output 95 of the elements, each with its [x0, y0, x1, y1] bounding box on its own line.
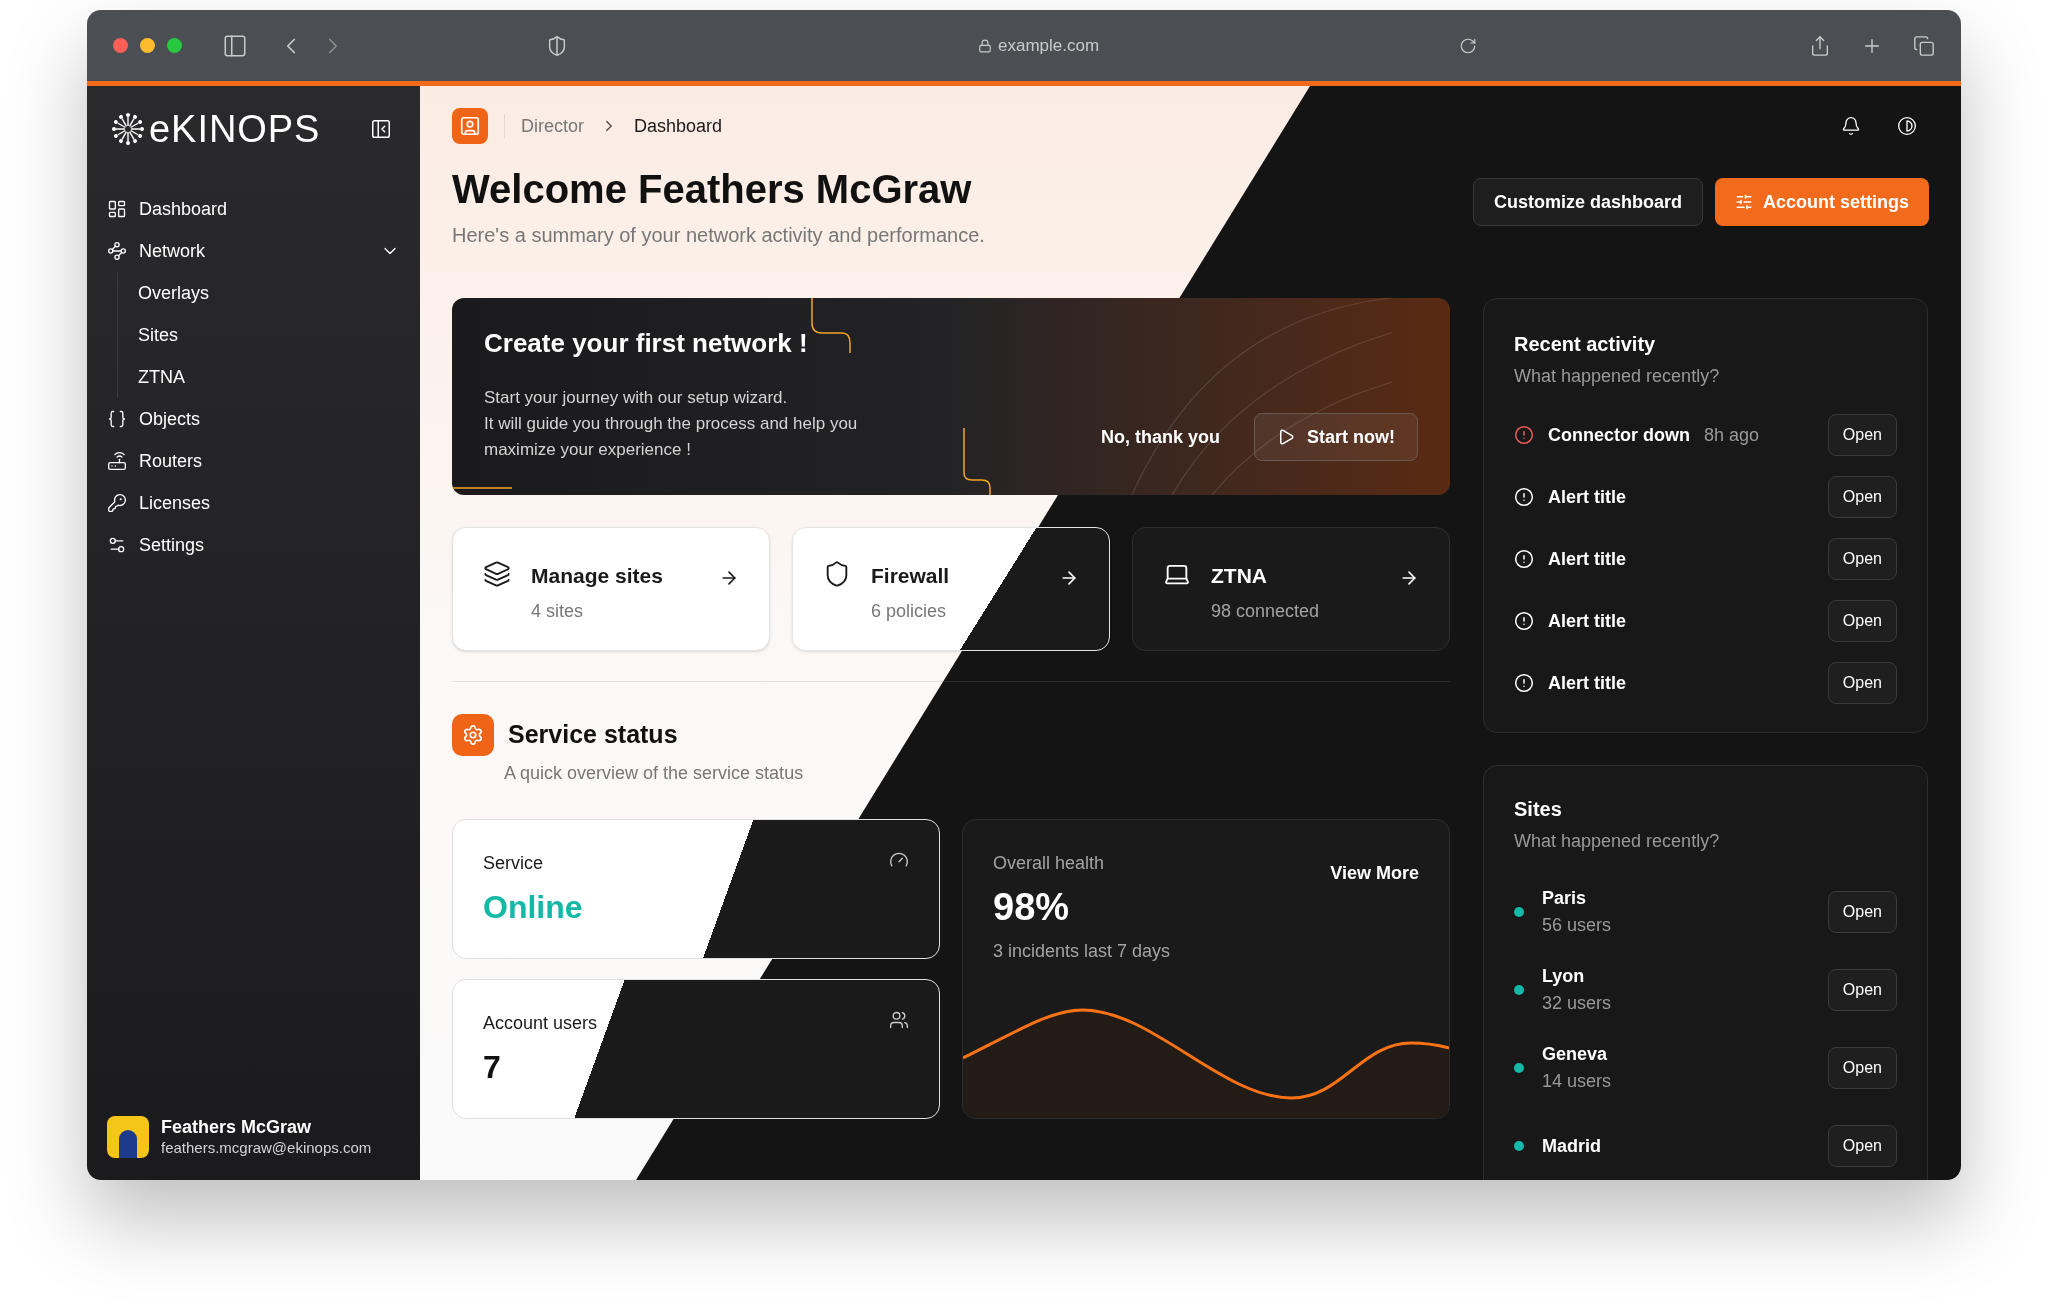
- start-now-button[interactable]: Start now!: [1254, 413, 1418, 461]
- service-status-title: Service status: [508, 719, 678, 751]
- alert-icon: [1514, 673, 1534, 693]
- avatar-image: [107, 1116, 149, 1158]
- network-icon: [107, 241, 127, 261]
- alert-icon: [1514, 425, 1534, 445]
- site-users: 14 users: [1542, 1070, 1612, 1093]
- alert-icon: [1514, 549, 1534, 569]
- user-email: feathers.mcgraw@ekinops.com: [161, 1138, 372, 1158]
- url-field[interactable]: example.com: [998, 32, 1100, 59]
- shortcut-subtitle: 6 policies: [871, 599, 948, 623]
- open-button[interactable]: Open: [1827, 891, 1897, 933]
- sidebar-subitem[interactable]: Sites: [138, 314, 400, 356]
- sidebar-item[interactable]: Dashboard: [107, 188, 400, 230]
- site-name: Lyon: [1542, 965, 1586, 988]
- open-button[interactable]: Open: [1827, 1047, 1897, 1089]
- braces-icon: [107, 409, 127, 429]
- create-network-description: Start your journey with our setup wizard. It will guide you through the process and help you maximize your experience !: [484, 387, 858, 461]
- collapse-sidebar-icon[interactable]: [370, 118, 392, 140]
- sidebar-item[interactable]: Settings: [107, 524, 400, 566]
- grid-icon: [107, 199, 127, 219]
- shortcut-title: ZTNA: [1211, 563, 1268, 589]
- site-name: Paris: [1542, 887, 1588, 910]
- activity-time: 8h ago: [1704, 423, 1760, 447]
- activity-title: Connector down: [1548, 423, 1690, 447]
- recent-activity-title: Recent activity: [1514, 332, 1657, 357]
- shortcut-card[interactable]: Manage sites 4 sites: [452, 527, 770, 651]
- service-status-subtitle: A quick overview of the service status: [504, 762, 805, 785]
- key-icon: [107, 493, 127, 513]
- activity-title: Alert title: [1548, 547, 1626, 571]
- user-square-icon: [459, 115, 481, 137]
- open-button[interactable]: Open: [1827, 414, 1897, 456]
- account-users-label: Account users: [483, 1012, 598, 1035]
- overall-health-value: 98%: [993, 885, 1071, 930]
- dismiss-button[interactable]: No, thank you: [1101, 423, 1220, 451]
- welcome-subtitle: Here's a summary of your network activity and performance.: [452, 223, 985, 248]
- reload-icon[interactable]: [1459, 36, 1478, 55]
- breadcrumb-link[interactable]: Dashboard: [634, 112, 723, 140]
- site-users: 56 users: [1542, 914, 1612, 937]
- notification-bell-icon[interactable]: [1841, 116, 1861, 136]
- sidebar-item[interactable]: Network: [107, 230, 400, 272]
- share-icon[interactable]: [1809, 34, 1831, 57]
- customize-dashboard-button[interactable]: Customize dashboard: [1472, 178, 1703, 226]
- play-icon: [1277, 428, 1295, 446]
- site-name: Geneva: [1542, 1043, 1609, 1066]
- open-button[interactable]: Open: [1827, 662, 1897, 704]
- sidebar-toggle-icon[interactable]: [222, 32, 248, 59]
- view-more-link[interactable]: View More: [1330, 860, 1419, 965]
- activity-title: Alert title: [1548, 671, 1626, 695]
- activity-title: Alert title: [1548, 485, 1626, 509]
- logo-icon: [111, 112, 145, 146]
- alert-icon: [1514, 611, 1534, 631]
- tabs-overview-icon[interactable]: [1913, 34, 1935, 57]
- sidebar-item[interactable]: Licenses: [107, 482, 400, 524]
- open-button[interactable]: Open: [1827, 1125, 1897, 1167]
- sidebar-item[interactable]: Objects: [107, 398, 400, 440]
- service-value: Online: [483, 888, 583, 927]
- site-users: 32 users: [1542, 992, 1612, 1015]
- sidebar-subitem[interactable]: ZTNA: [138, 356, 400, 398]
- shortcut-subtitle: 98 connected: [1211, 599, 1321, 623]
- overall-health-label: Overall health: [993, 852, 1106, 875]
- sliders-icon: [1735, 193, 1753, 211]
- account-users-value: 7: [483, 1048, 502, 1087]
- sliders-icon: [107, 535, 127, 555]
- logo-wordmark: eKINOPS: [149, 110, 321, 148]
- shortcut-subtitle: 4 sites: [531, 599, 585, 623]
- shield-icon[interactable]: [546, 34, 568, 57]
- users-icon: [889, 1010, 909, 1030]
- open-button[interactable]: Open: [1827, 538, 1897, 580]
- shortcut-title: Manage sites: [531, 563, 664, 589]
- incidents-note: 3 incidents last 7 days: [993, 940, 1171, 963]
- alert-icon: [1514, 487, 1534, 507]
- sidebar-subitem[interactable]: Overlays: [138, 272, 400, 314]
- open-button[interactable]: Open: [1827, 600, 1897, 642]
- lock-icon: [978, 38, 992, 53]
- activity-title: Alert title: [1548, 609, 1626, 633]
- create-network-title: Create your first network !: [484, 327, 809, 360]
- breadcrumb-link[interactable]: Director: [521, 112, 584, 140]
- sites-subtitle: What happened recently?: [1514, 830, 1721, 853]
- gear-icon: [462, 724, 484, 746]
- open-button[interactable]: Open: [1827, 476, 1897, 518]
- user-name: Feathers McGraw: [161, 1116, 313, 1139]
- theme-toggle-icon[interactable]: [1897, 116, 1917, 136]
- sites-title: Sites: [1514, 797, 1563, 822]
- layers-icon: [483, 560, 511, 588]
- shortcut-card[interactable]: Firewall 6 policies: [792, 527, 1110, 651]
- router-icon: [107, 451, 127, 471]
- shortcut-title: Firewall: [871, 563, 951, 589]
- shortcut-card[interactable]: ZTNA 98 connected: [1132, 527, 1450, 651]
- recent-activity-subtitle: What happened recently?: [1514, 365, 1721, 388]
- service-label: Service: [483, 852, 545, 875]
- site-name: Madrid: [1542, 1134, 1601, 1158]
- welcome-title: Welcome Feathers McGraw: [452, 166, 973, 213]
- open-button[interactable]: Open: [1827, 969, 1897, 1011]
- sidebar-item[interactable]: Routers: [107, 440, 400, 482]
